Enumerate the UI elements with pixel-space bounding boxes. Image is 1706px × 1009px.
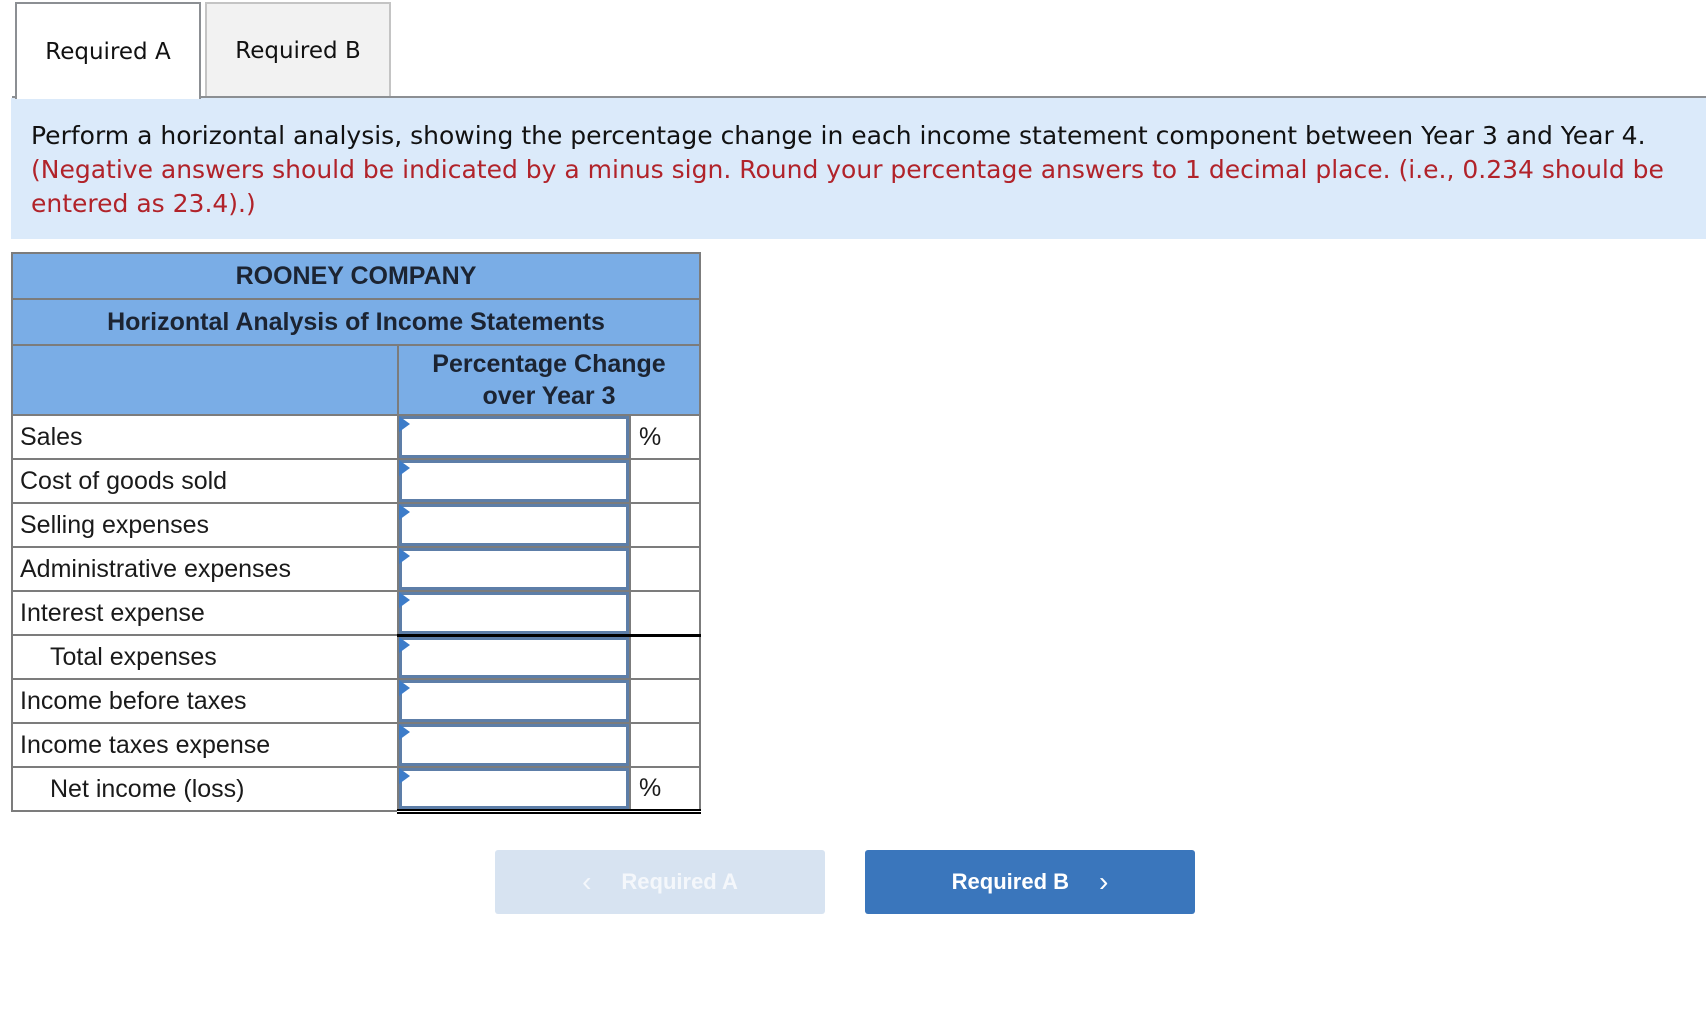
input-flag-icon <box>399 724 410 740</box>
table-row: Net income (loss)% <box>11 766 701 814</box>
tab-bar: Required A Required B <box>0 0 1706 99</box>
percent-sign <box>629 678 701 724</box>
percentage-input-cell <box>397 546 631 592</box>
percentage-change-input[interactable] <box>402 727 626 763</box>
percent-sign <box>629 502 701 548</box>
instructions-panel: Perform a horizontal analysis, showing t… <box>11 98 1706 239</box>
percentage-change-input[interactable] <box>402 595 626 631</box>
input-border <box>399 768 629 809</box>
row-label: Interest expense <box>11 590 399 636</box>
row-label: Selling expenses <box>11 502 399 548</box>
input-flag-icon <box>399 636 410 653</box>
percent-sign <box>629 722 701 768</box>
percent-sign <box>629 546 701 592</box>
percentage-change-input[interactable] <box>402 771 626 806</box>
row-label: Cost of goods sold <box>11 458 399 504</box>
input-flag-icon <box>399 504 410 520</box>
row-label: Net income (loss) <box>11 766 399 812</box>
row-label: Total expenses <box>11 634 399 680</box>
percentage-change-input[interactable] <box>402 683 626 719</box>
percent-sign <box>629 633 701 680</box>
next-button-label: Required B <box>951 869 1070 894</box>
percentage-input-cell <box>397 502 631 548</box>
percent-sign <box>629 458 701 504</box>
company-name: ROONEY COMPANY <box>11 252 701 300</box>
percentage-change-input[interactable] <box>402 419 626 455</box>
prev-required-a-button[interactable]: ‹ Required A <box>495 850 825 914</box>
statement-title: Horizontal Analysis of Income Statements <box>11 298 701 346</box>
table-row: Income taxes expense <box>11 722 701 768</box>
percent-sign: % <box>629 766 701 814</box>
input-border <box>399 680 629 722</box>
input-flag-icon <box>399 416 410 432</box>
row-label: Income before taxes <box>11 678 399 724</box>
tab-required-b[interactable]: Required B <box>205 2 391 97</box>
input-border <box>399 416 629 458</box>
percentage-change-input[interactable] <box>402 507 626 543</box>
table-row: Selling expenses <box>11 502 701 548</box>
input-flag-icon <box>399 768 410 784</box>
table-row: Total expenses <box>11 633 701 680</box>
percentage-change-input[interactable] <box>402 551 626 587</box>
next-required-b-button[interactable]: Required B › <box>865 850 1195 914</box>
header-line-2: over Year 3 <box>482 382 616 410</box>
percentage-input-cell <box>397 766 631 814</box>
percentage-input-cell <box>397 458 631 504</box>
percentage-input-cell <box>397 722 631 768</box>
table-row: Sales% <box>11 414 701 460</box>
input-border <box>399 592 629 634</box>
percentage-input-cell <box>397 414 631 460</box>
tab-label: Required A <box>45 38 171 65</box>
row-label: Income taxes expense <box>11 722 399 768</box>
horizontal-analysis-table: ROONEY COMPANY Horizontal Analysis of In… <box>11 252 701 814</box>
chevron-right-icon: › <box>1099 866 1109 897</box>
label-column-header <box>11 344 399 416</box>
input-flag-icon <box>399 592 410 608</box>
percent-sign <box>629 590 701 636</box>
percent-sign: % <box>629 414 701 460</box>
table-row: Interest expense <box>11 590 701 636</box>
tab-required-a[interactable]: Required A <box>15 2 201 99</box>
table-row: Income before taxes <box>11 678 701 724</box>
input-flag-icon <box>399 548 410 564</box>
chevron-left-icon: ‹ <box>582 866 592 897</box>
percentage-input-cell <box>397 590 631 636</box>
input-flag-icon <box>399 680 410 696</box>
input-flag-icon <box>399 460 410 476</box>
percentage-change-input[interactable] <box>402 463 626 499</box>
input-border <box>399 504 629 546</box>
table-row: Administrative expenses <box>11 546 701 592</box>
input-border <box>399 724 629 766</box>
input-border <box>399 548 629 590</box>
percentage-change-input[interactable] <box>402 639 626 675</box>
header-line-1: Percentage Change <box>432 350 666 378</box>
instructions-note: (Negative answers should be indicated by… <box>31 155 1664 218</box>
input-border <box>399 636 629 678</box>
row-label: Administrative expenses <box>11 546 399 592</box>
percentage-change-header: Percentage Change over Year 3 <box>397 344 701 416</box>
percentage-input-cell <box>397 678 631 724</box>
tab-label: Required B <box>235 37 361 64</box>
percentage-input-cell <box>397 633 631 680</box>
instructions-text: Perform a horizontal analysis, showing t… <box>31 121 1646 150</box>
table-row: Cost of goods sold <box>11 458 701 504</box>
input-border <box>399 460 629 502</box>
prev-button-label: Required A <box>621 869 738 894</box>
row-label: Sales <box>11 414 399 460</box>
